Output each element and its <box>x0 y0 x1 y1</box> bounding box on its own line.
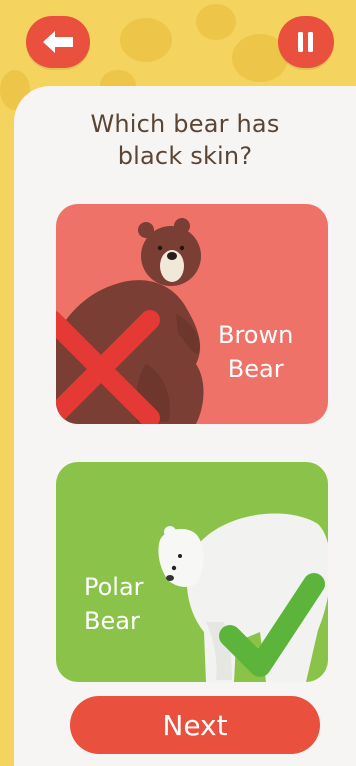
answer-label-polar-bear: Polar Bear <box>84 570 144 638</box>
back-button[interactable] <box>26 16 90 68</box>
question-line-2: black skin? <box>117 142 253 170</box>
answer-label-line-1: Brown <box>218 321 294 349</box>
question-line-1: Which bear has <box>90 110 280 138</box>
pause-icon <box>296 30 316 54</box>
pause-button[interactable] <box>278 16 334 68</box>
next-button[interactable]: Next <box>70 696 320 754</box>
arrow-left-icon <box>41 29 75 55</box>
next-button-label: Next <box>162 708 228 742</box>
decor-blob <box>120 18 172 62</box>
answer-card-brown-bear[interactable] <box>56 204 328 424</box>
answer-label-line-2: Bear <box>227 355 284 383</box>
answer-label-line-2: Bear <box>84 607 140 635</box>
decor-blob <box>196 4 236 40</box>
answer-label-line-1: Polar <box>84 573 144 601</box>
cross-icon <box>56 304 166 424</box>
question-text: Which bear has black skin? <box>14 108 356 172</box>
answer-label-brown-bear: Brown Bear <box>218 318 293 386</box>
check-icon <box>216 570 326 682</box>
